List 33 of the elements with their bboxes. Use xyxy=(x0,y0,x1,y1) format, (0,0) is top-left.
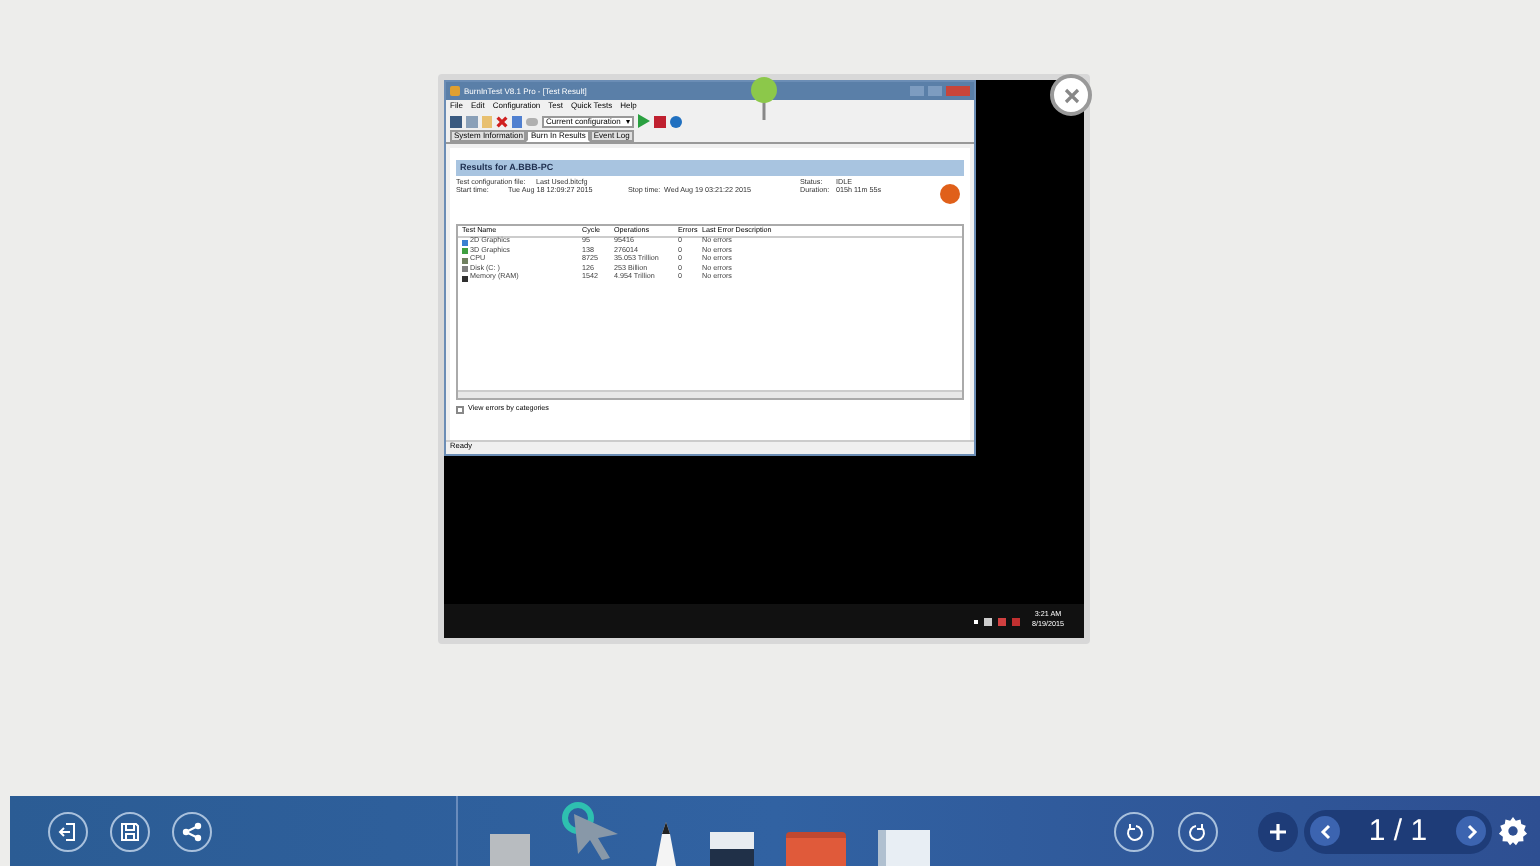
undo-button[interactable] xyxy=(1114,811,1154,851)
pointer-tool[interactable] xyxy=(562,802,622,862)
settings-icon xyxy=(1498,816,1528,846)
exit-button[interactable] xyxy=(48,811,88,851)
exit-icon xyxy=(58,821,78,841)
undo-icon xyxy=(1124,821,1144,841)
save-icon xyxy=(120,821,140,841)
next-page-button[interactable] xyxy=(1456,816,1486,846)
chevron-left-icon xyxy=(1319,823,1331,839)
eraser-tool[interactable] xyxy=(710,832,754,866)
previous-page-button[interactable] xyxy=(1310,816,1340,846)
plus-icon xyxy=(1268,821,1288,841)
help-icon[interactable] xyxy=(670,115,683,127)
save-button[interactable] xyxy=(110,811,150,851)
share-button[interactable] xyxy=(172,811,212,851)
close-icon xyxy=(1063,87,1079,103)
app-icon xyxy=(450,86,460,96)
chevron-right-icon xyxy=(1465,823,1477,839)
pin-icon xyxy=(750,76,778,120)
add-page-button[interactable] xyxy=(1258,811,1298,851)
redo-icon xyxy=(1188,821,1208,841)
delete-icon[interactable] xyxy=(496,115,508,127)
pen-tool[interactable] xyxy=(654,822,678,866)
horizontal-scrollbar[interactable] xyxy=(458,390,962,398)
settings-button[interactable] xyxy=(1498,816,1528,846)
share-icon xyxy=(182,821,202,841)
save-icon[interactable] xyxy=(450,115,462,127)
burn-in-logo xyxy=(940,184,960,204)
caret-icon xyxy=(626,119,631,123)
stop-icon[interactable] xyxy=(654,115,667,127)
page-indicator: 1 / 1 xyxy=(1368,816,1428,846)
checkbox[interactable] xyxy=(456,406,464,414)
redo-button[interactable] xyxy=(1178,811,1218,851)
